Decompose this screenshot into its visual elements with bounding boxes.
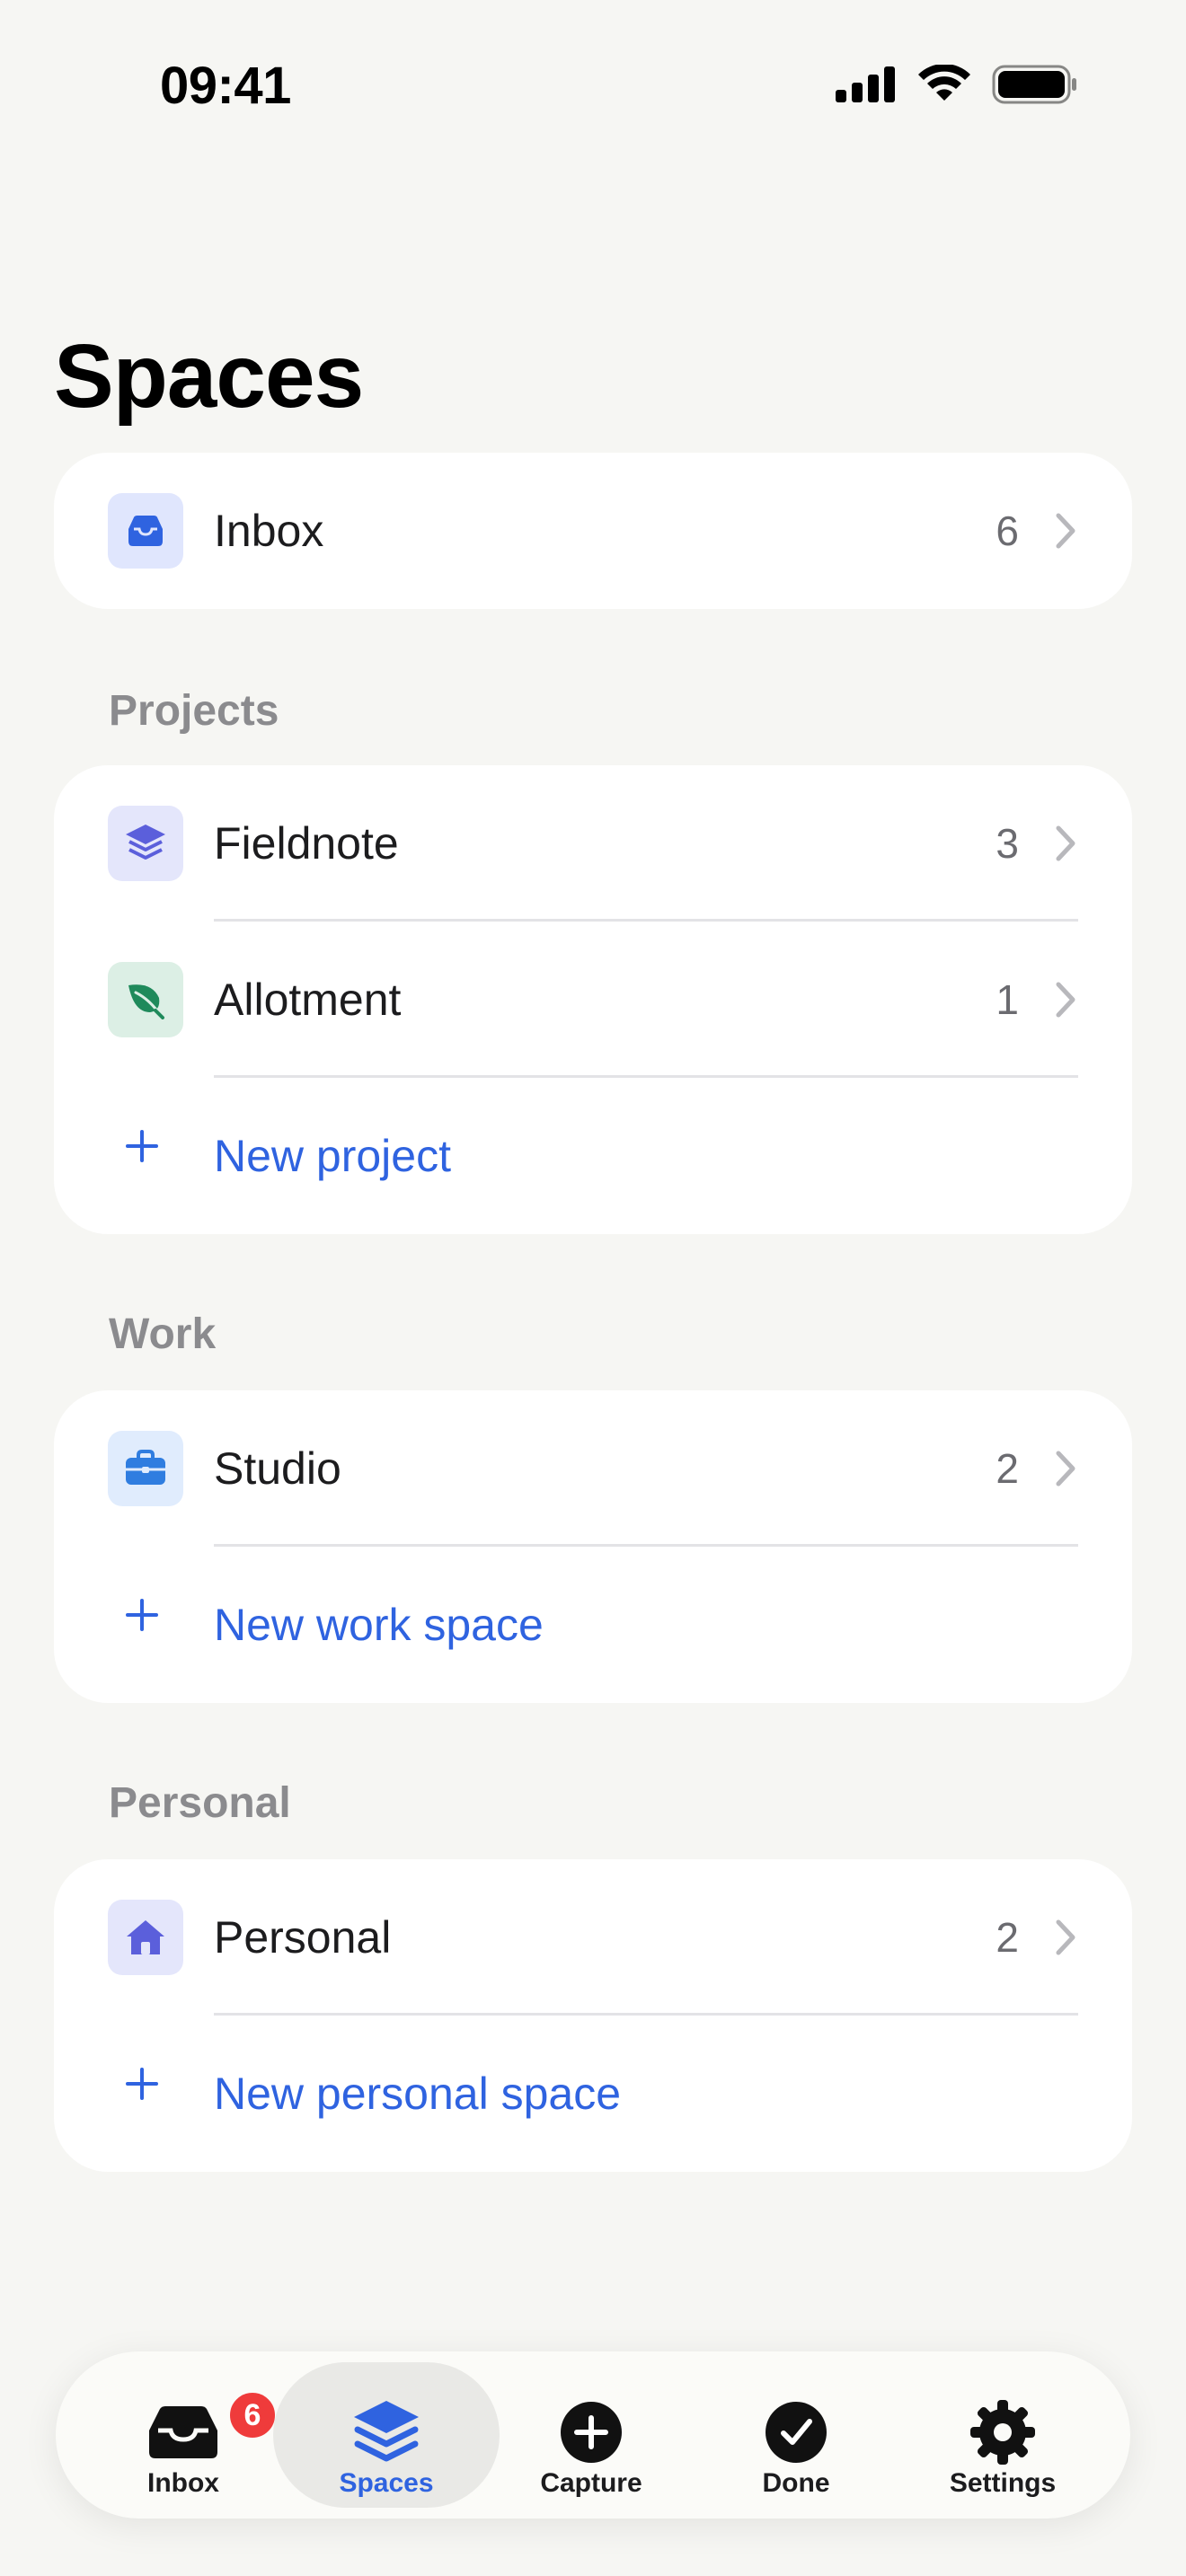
tab-done[interactable]: Done [683, 2362, 909, 2508]
battery-icon [992, 65, 1076, 104]
new-personal-space-button[interactable]: New personal space [54, 2016, 1132, 2172]
row-label: New work space [214, 1600, 544, 1650]
space-row-inbox[interactable]: Inbox 6 [54, 453, 1132, 609]
row-count: 3 [996, 820, 1019, 867]
status-icons [836, 65, 1078, 104]
section-header-personal: Personal [109, 1779, 291, 1827]
chevron-right-icon [1056, 825, 1075, 861]
plus-icon [126, 2068, 158, 2100]
space-row-fieldnote[interactable]: Fieldnote 3 [54, 765, 1132, 922]
row-label: New project [214, 1131, 451, 1181]
tab-spaces[interactable]: Spaces [273, 2362, 500, 2508]
tab-label: Done [762, 2468, 830, 2498]
tab-label: Inbox [147, 2468, 219, 2498]
status-time: 09:41 [160, 57, 291, 115]
space-row-allotment[interactable]: Allotment 1 [54, 922, 1132, 1078]
home-icon [108, 1900, 183, 1975]
layers-icon [349, 2395, 424, 2470]
section-header-projects: Projects [109, 687, 279, 735]
section-header-work: Work [109, 1310, 217, 1358]
chevron-right-icon [1056, 982, 1075, 1018]
row-label: Allotment [214, 975, 402, 1025]
chevron-right-icon [1056, 1919, 1075, 1955]
plus-icon [126, 1130, 158, 1162]
inbox-tray-icon [146, 2395, 221, 2470]
row-label: New personal space [214, 2069, 622, 2119]
status-bar: 09:41 [0, 0, 1186, 180]
new-work-space-button[interactable]: New work space [54, 1547, 1132, 1703]
layers-icon [108, 806, 183, 881]
row-label: Personal [214, 1912, 392, 1963]
work-card: Studio 2 New work space [54, 1390, 1132, 1703]
check-circle-icon [758, 2395, 834, 2470]
row-label: Studio [214, 1443, 341, 1494]
row-label: Fieldnote [214, 818, 399, 869]
tab-bar: 6 Inbox Spaces Capture Done Settings [56, 2351, 1130, 2519]
chevron-right-icon [1056, 513, 1075, 549]
tab-label: Spaces [339, 2468, 434, 2498]
row-label: Inbox [214, 506, 324, 556]
cellular-signal-icon [836, 66, 895, 102]
tab-settings[interactable]: Settings [890, 2362, 1116, 2508]
inbox-card[interactable]: Inbox 6 [54, 453, 1132, 609]
chevron-right-icon [1056, 1451, 1075, 1486]
row-count: 6 [996, 507, 1019, 554]
briefcase-icon [108, 1431, 183, 1506]
tab-inbox[interactable]: 6 Inbox [70, 2362, 296, 2508]
unread-badge: 6 [226, 2389, 279, 2441]
inbox-tray-icon [108, 493, 183, 569]
tab-capture[interactable]: Capture [478, 2362, 704, 2508]
personal-card: Personal 2 New personal space [54, 1859, 1132, 2172]
wifi-icon [918, 65, 970, 101]
spaces-screen: 09:41 Spaces Inbox 6 Projects Fieldnote … [0, 0, 1186, 2576]
plus-icon [126, 1599, 158, 1631]
plus-circle-icon [553, 2395, 629, 2470]
tab-label: Settings [949, 2468, 1057, 2498]
new-project-button[interactable]: New project [54, 1078, 1132, 1234]
row-count: 1 [996, 976, 1019, 1023]
gear-icon [965, 2395, 1040, 2470]
projects-card: Fieldnote 3 Allotment 1 New project [54, 765, 1132, 1234]
space-row-studio[interactable]: Studio 2 [54, 1390, 1132, 1547]
page-title: Spaces [54, 326, 364, 427]
row-count: 2 [996, 1914, 1019, 1961]
row-count: 2 [996, 1445, 1019, 1492]
leaf-icon [108, 962, 183, 1037]
space-row-personal[interactable]: Personal 2 [54, 1859, 1132, 2016]
tab-label: Capture [540, 2468, 642, 2498]
